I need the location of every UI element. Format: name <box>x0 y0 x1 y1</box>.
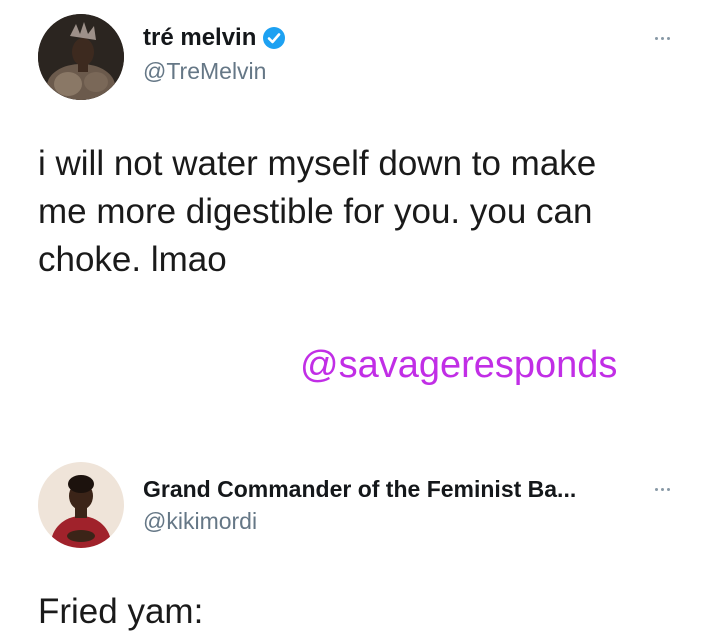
verified-badge-icon <box>262 26 286 50</box>
watermark-handle: @savageresponds <box>300 344 618 386</box>
tweet-text: i will not water myself down to make me … <box>38 144 597 279</box>
avatar[interactable] <box>38 14 124 100</box>
handle[interactable]: @kikimordi <box>143 508 257 535</box>
display-name[interactable]: Grand Commander of the Feminist Ba... <box>143 476 576 503</box>
avatar-image <box>38 14 124 100</box>
avatar-image <box>38 462 124 548</box>
more-horizontal-icon[interactable] <box>655 37 670 40</box>
handle[interactable]: @TreMelvin <box>143 58 266 85</box>
author-name-row: tré melvin <box>143 24 286 52</box>
tweet-text: Fried yam: <box>38 592 204 631</box>
author-name-row: Grand Commander of the Feminist Ba... <box>143 476 576 503</box>
display-name[interactable]: tré melvin <box>143 24 256 52</box>
tweet-card-1: tré melvin @TreMelvin i will not water m… <box>0 0 720 330</box>
avatar[interactable] <box>38 462 124 548</box>
more-horizontal-icon[interactable] <box>655 488 670 491</box>
tweet-card-2: Grand Commander of the Feminist Ba... @k… <box>0 450 720 641</box>
